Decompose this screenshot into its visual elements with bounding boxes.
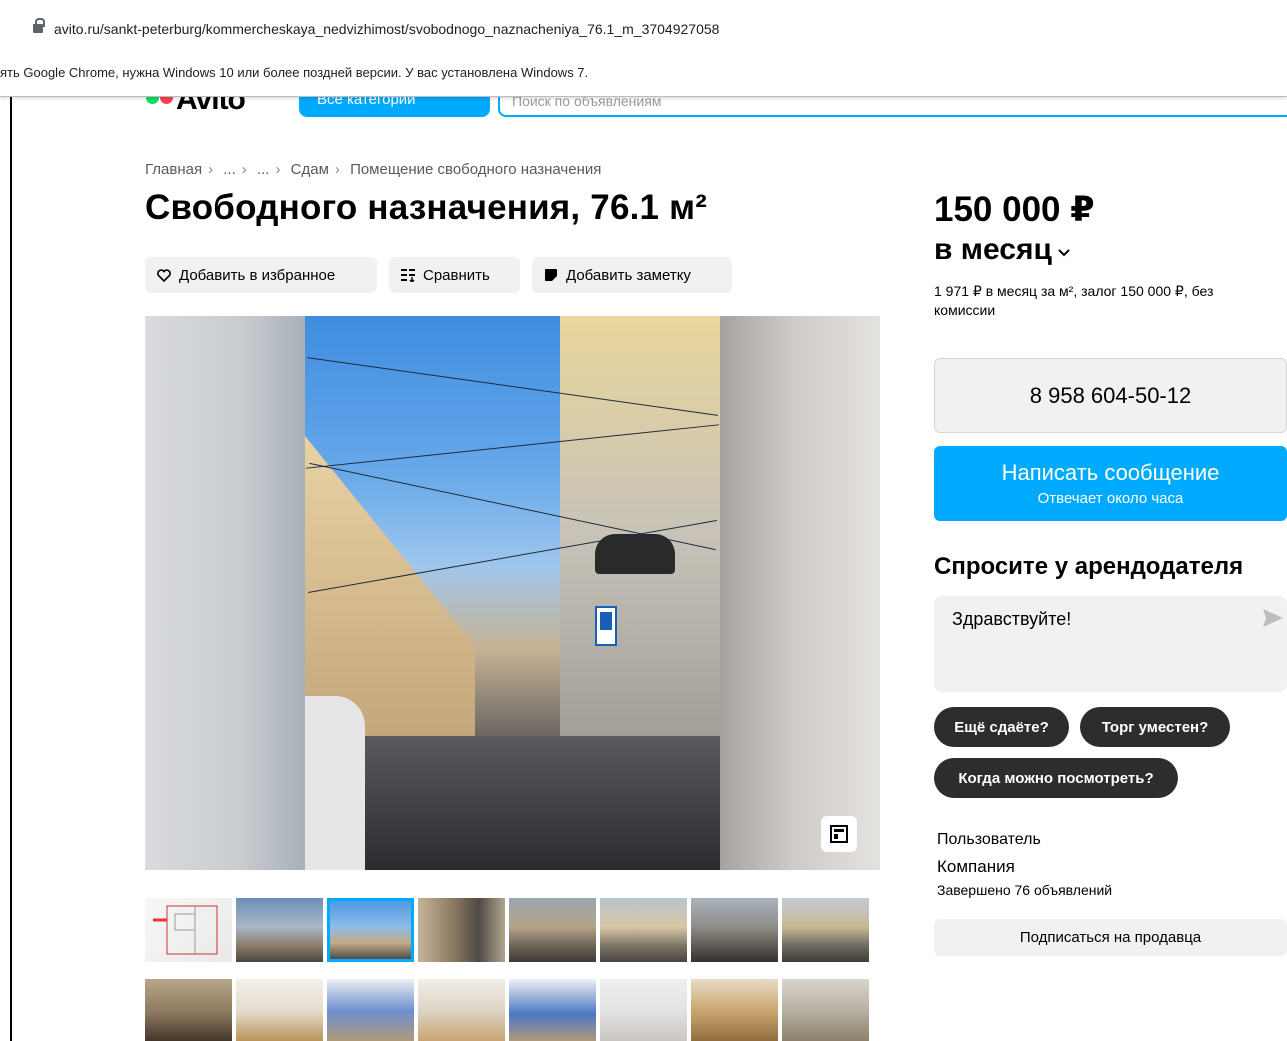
breadcrumb-separator: ›	[208, 161, 214, 178]
breadcrumb-item-home[interactable]: Главная	[145, 161, 202, 178]
quick-question-chip[interactable]: Когда можно посмотреть?	[934, 758, 1178, 798]
photo-parking-sign	[595, 606, 617, 646]
price-period-label: в месяц	[934, 233, 1052, 266]
thumbnail-photo[interactable]	[236, 979, 323, 1041]
breadcrumb-item-rent[interactable]: Сдам	[291, 161, 329, 178]
page-title: Свободного назначения, 76.1 м²	[145, 188, 708, 227]
thumbnail-photo[interactable]	[600, 898, 687, 962]
price-period-selector[interactable]: в месяц	[934, 233, 1070, 267]
main-photo-gallery[interactable]	[145, 316, 880, 870]
thumbnail-floorplan[interactable]	[145, 898, 232, 962]
add-to-favorites-button[interactable]: Добавить в избранное	[145, 257, 377, 293]
write-message-label: Написать сообщение	[1001, 460, 1220, 485]
subscribe-seller-button[interactable]: Подписаться на продавца	[934, 919, 1287, 956]
add-to-favorites-label: Добавить в избранное	[179, 266, 336, 284]
infobar-message: ять Google Chrome, нужна Windows 10 или …	[0, 65, 589, 80]
breadcrumb-item-category[interactable]: Помещение свободного назначения	[350, 161, 601, 178]
breadcrumb-separator: ›	[334, 161, 340, 178]
thumbnail-photo[interactable]	[691, 898, 778, 962]
logo-dot-green	[146, 97, 159, 104]
seller-name[interactable]: Компания	[937, 857, 1015, 877]
breadcrumb-separator: ›	[241, 161, 247, 178]
response-time-label: Отвечает около часа	[1037, 490, 1184, 507]
add-note-label: Добавить заметку	[566, 266, 691, 284]
browser-address-bar[interactable]: avito.ru/sankt-peterburg/kommercheskaya_…	[0, 0, 1287, 46]
write-message-button[interactable]: Написать сообщение Отвечает около часа	[934, 446, 1287, 521]
breadcrumb: Главная › ... › ... › Сдам › Помещение свобо…	[145, 161, 607, 178]
thumbnail-photo[interactable]	[509, 979, 596, 1041]
thumbnail-photo[interactable]	[145, 979, 232, 1041]
lock-icon	[33, 18, 45, 33]
ask-message-input[interactable]: Здравствуйте!	[934, 596, 1287, 692]
thumbnail-photo-selected[interactable]	[327, 898, 414, 962]
ask-landlord-heading: Спросите у арендодателя	[934, 553, 1244, 580]
quick-question-chip[interactable]: Торг уместен?	[1080, 707, 1230, 747]
price-amount: 150 000 ₽	[934, 190, 1095, 229]
thumbnail-photo[interactable]	[327, 979, 414, 1041]
thumbnail-photo[interactable]	[782, 898, 869, 962]
url-text[interactable]: avito.ru/sankt-peterburg/kommercheskaya_…	[54, 21, 719, 37]
all-categories-button[interactable]: Все категории	[299, 97, 490, 117]
logo-dot-red	[160, 97, 173, 104]
seller-type: Пользователь	[937, 831, 1041, 848]
quick-question-chip[interactable]: Ещё сдаёте?	[934, 707, 1069, 747]
search-input[interactable]: Поиск по объявлениям	[498, 97, 1287, 117]
breadcrumb-item-collapsed[interactable]: ...	[257, 161, 270, 178]
gallery-blur-left	[145, 316, 305, 870]
compare-button[interactable]: Сравнить	[389, 257, 520, 293]
gallery-blur-right	[720, 316, 880, 870]
thumbnail-photo[interactable]	[418, 979, 505, 1041]
browser-infobar: ять Google Chrome, нужна Windows 10 или …	[0, 46, 1287, 97]
thumbnail-photo[interactable]	[236, 898, 323, 962]
price-details: 1 971 ₽ в месяц за м², залог 150 000 ₽, …	[934, 283, 1214, 318]
breadcrumb-item-collapsed[interactable]: ...	[223, 161, 236, 178]
expand-icon	[830, 825, 848, 843]
heart-icon	[157, 268, 171, 282]
breadcrumb-separator: ›	[275, 161, 281, 178]
send-icon[interactable]	[1263, 609, 1283, 633]
compare-label: Сравнить	[423, 266, 490, 284]
fullscreen-button[interactable]	[821, 816, 857, 852]
note-icon	[544, 268, 558, 282]
thumbnail-photo[interactable]	[782, 979, 869, 1041]
seller-completed-ads: Завершено 76 объявлений	[937, 882, 1113, 898]
thumbnail-photo[interactable]	[509, 898, 596, 962]
photo-street	[305, 736, 720, 870]
photo-car	[305, 696, 365, 870]
compare-icon	[401, 268, 415, 282]
chevron-down-icon	[1058, 244, 1070, 262]
site-header: Avito Все категории Поиск по объявлениям	[12, 97, 1287, 119]
thumbnail-photo[interactable]	[418, 898, 505, 962]
window-edge	[10, 97, 12, 1041]
add-note-button[interactable]: Добавить заметку	[532, 257, 732, 293]
show-phone-button[interactable]: 8 958 604-50-12	[934, 358, 1287, 433]
listing-photo[interactable]	[305, 316, 720, 870]
thumbnail-photo[interactable]	[691, 979, 778, 1041]
thumbnail-photo[interactable]	[600, 979, 687, 1041]
logo-text: Avito	[176, 97, 246, 116]
